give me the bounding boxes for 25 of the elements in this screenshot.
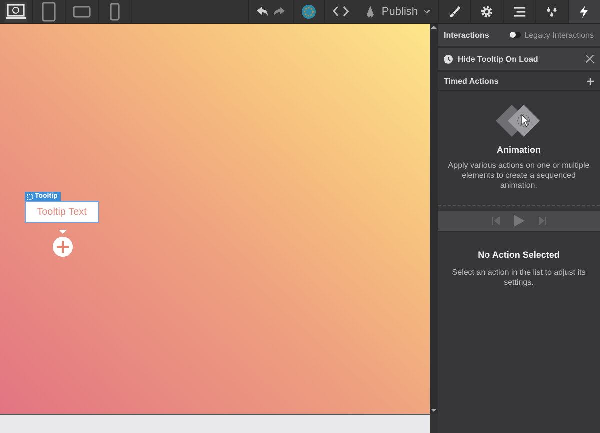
tooltip-icon (27, 194, 33, 200)
legacy-toggle[interactable]: Legacy Interactions (510, 30, 594, 40)
detail-title: No Action Selected (478, 250, 560, 260)
trigger-title[interactable]: Hide Tooltip On Load (458, 54, 538, 64)
detail-description: Select an action in the list to adjust its settings. (451, 268, 587, 288)
section-title: Timed Actions (444, 76, 499, 86)
code-icon[interactable] (332, 6, 349, 17)
close-icon[interactable] (586, 55, 594, 63)
empty-state-title: Animation (497, 145, 541, 155)
publish-button[interactable]: Publish (356, 0, 438, 23)
scroll-down-icon[interactable] (431, 408, 437, 414)
empty-state-description: Apply various actions on one or multiple elements to create a sequenced animation. (448, 161, 590, 191)
caret-icon (424, 10, 430, 14)
settings-icon (479, 4, 496, 20)
laptop-icon[interactable] (5, 2, 27, 22)
add-icon[interactable] (587, 78, 594, 84)
globe-icon[interactable] (302, 4, 316, 18)
redo-icon[interactable] (274, 7, 285, 16)
clock-icon (444, 54, 453, 64)
animation-icon (496, 103, 542, 139)
undo-icon[interactable] (256, 7, 268, 16)
tooltip-text: Tooltip Text (37, 206, 87, 218)
section-title: Interactions (444, 30, 490, 40)
rocket-icon (364, 6, 376, 18)
panel-tab[interactable] (568, 0, 600, 23)
